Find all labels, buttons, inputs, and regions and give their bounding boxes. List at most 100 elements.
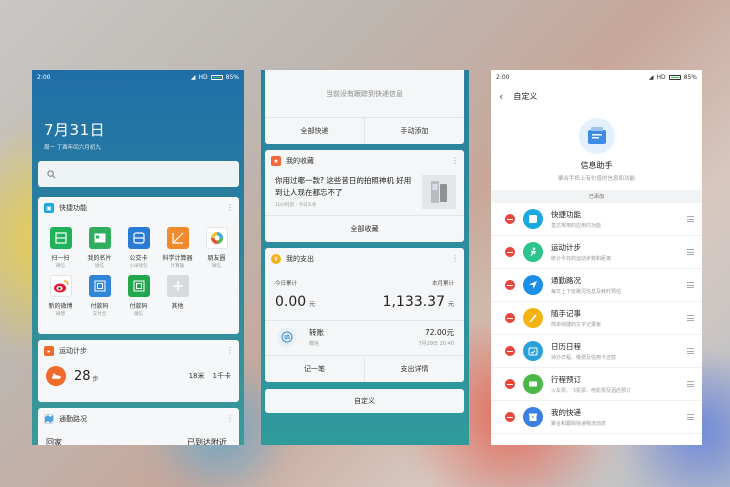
hd-label: HD	[198, 73, 208, 81]
battery-icon	[668, 74, 681, 80]
more-menu-icon[interactable]: ⋮	[226, 347, 234, 355]
tx-time: 7月29日 20:40	[418, 341, 454, 347]
pay-code-icon	[127, 275, 150, 297]
favorite-meta: 10小时前 · 今日头条	[275, 203, 317, 208]
quick-item[interactable]: 付款码 微信	[119, 275, 158, 317]
card-title: 运动计步	[59, 347, 87, 355]
status-time: 2:00	[496, 73, 510, 81]
card-title: 快捷功能	[59, 204, 87, 212]
drag-handle-icon[interactable]	[687, 282, 694, 288]
record-button[interactable]: 记一笔	[265, 356, 364, 382]
widget-list-item[interactable]: 运动计步 统计今日的运动步数和距离	[491, 236, 702, 269]
remove-icon[interactable]	[505, 280, 515, 290]
drag-handle-icon[interactable]	[687, 381, 694, 387]
quick-item[interactable]: 朋友圈 微信	[197, 227, 236, 269]
date-title: 7月31日	[44, 121, 106, 139]
ticket-icon	[523, 374, 543, 394]
today-value: 0.00	[275, 294, 307, 310]
manual-add-button[interactable]: 手动添加	[364, 118, 464, 144]
today-label: 今日累计	[275, 281, 298, 287]
quick-grid: 扫一扫 微信 我的名片 微信 公交卡 小米钱包 科学计算器 计算器 朋友圈 微信 新的微博 微博 付款码…	[38, 213, 239, 325]
spending-detail-button[interactable]: 支出详情	[364, 356, 464, 382]
remove-icon[interactable]	[505, 247, 515, 257]
remove-icon[interactable]	[505, 346, 515, 356]
battery-level: 85%	[225, 73, 239, 81]
quick-item[interactable]: 公交卡 小米钱包	[119, 227, 158, 269]
widget-description: 简单快捷的文字记录板	[551, 322, 602, 328]
all-favorites-button[interactable]: 全部收藏	[265, 216, 464, 242]
commute-from: 回家	[46, 438, 62, 445]
quick-item-label: 新的微博	[48, 303, 73, 310]
navigate-icon	[523, 275, 543, 295]
remove-icon[interactable]	[505, 379, 515, 389]
package-icon	[523, 407, 543, 427]
transaction-row[interactable]: 转账 微信 72.00元 7月29日 20:40	[265, 320, 464, 355]
drag-handle-icon[interactable]	[687, 414, 694, 420]
calculator-icon	[166, 227, 189, 249]
title-bar: ‹ 自定义	[491, 84, 702, 108]
search-bar[interactable]	[38, 161, 239, 187]
customize-button[interactable]: 自定义	[265, 389, 464, 413]
widget-list-item[interactable]: 快捷功能直达常用的应用内功能	[491, 203, 702, 236]
widget-title: 我的快递	[551, 408, 581, 417]
widget-list-item[interactable]: 我的快递聚合和跟踪快递物流动态	[491, 401, 702, 434]
run-icon	[523, 242, 543, 262]
widget-title: 快捷功能	[551, 210, 581, 219]
drag-handle-icon[interactable]	[687, 249, 694, 255]
back-arrow-icon[interactable]: ‹	[499, 90, 503, 103]
all-express-button[interactable]: 全部快递	[265, 118, 364, 144]
widget-list-item[interactable]: 日历日程 待办日程、缴费及信用卡还款	[491, 335, 702, 368]
favorite-article[interactable]: 你用过哪一款? 这些昔日的拍照神机 好用到让人现在都忘不了 10小时前 · 今日…	[265, 166, 464, 215]
quick-item[interactable]: 扫一扫 微信	[41, 227, 80, 269]
widget-description: 每日上下班路况信息及耗时预估	[551, 289, 622, 295]
card-title: 我的收藏	[286, 157, 314, 165]
more-menu-icon[interactable]: ⋮	[226, 204, 234, 212]
page-title: 自定义	[513, 91, 538, 101]
month-value: 1,133.37	[382, 294, 445, 310]
hd-label: HD	[656, 73, 666, 81]
more-menu-icon[interactable]: ⋮	[451, 255, 459, 263]
widget-title: 运动计步	[551, 243, 581, 252]
month-label: 本月累计	[431, 281, 454, 287]
quick-item-label: 其他	[171, 303, 184, 310]
hero-title: 信息助手	[580, 161, 613, 170]
quick-item-source: 微信	[95, 264, 104, 269]
quick-item[interactable]: 付款码 支付宝	[80, 275, 119, 317]
quick-item-source: 微信	[134, 312, 143, 317]
quick-item-label: 公交卡	[129, 255, 148, 262]
transfer-icon	[277, 327, 297, 347]
drag-handle-icon[interactable]	[687, 216, 694, 222]
star-icon: ★	[271, 156, 281, 166]
widget-list-item[interactable]: 通勤路况 每日上下班路况信息及耗时预估	[491, 269, 702, 302]
section-header: 已添加	[491, 190, 702, 203]
widget-list-item[interactable]: 行程预订 火车票、飞机票、电影票及酒店预订	[491, 368, 702, 401]
remove-icon[interactable]	[505, 412, 515, 422]
calendar-icon	[523, 341, 543, 361]
quick-item-source: 微信	[212, 264, 221, 269]
widget-description: 直达常用的应用内功能	[551, 223, 602, 229]
widget-list-item[interactable]: 随手记事 简单快捷的文字记录板	[491, 302, 702, 335]
more-menu-icon[interactable]: ⋮	[451, 157, 459, 165]
pay-code-icon	[88, 275, 111, 297]
remove-icon[interactable]	[505, 214, 515, 224]
map-icon	[44, 414, 54, 424]
status-time: 2:00	[37, 73, 51, 81]
quick-item-label: 付款码	[90, 303, 109, 310]
quick-item[interactable]: 我的名片 微信	[80, 227, 119, 269]
quick-item[interactable]: 科学计算器 计算器	[158, 227, 197, 269]
quick-item[interactable]: 其他	[158, 275, 197, 317]
widget-description: 聚合和跟踪快递物流动态	[551, 421, 607, 427]
no-tracking-text: 当前没有跟踪到快递信息	[326, 89, 403, 98]
quick-item-label: 科学计算器	[162, 255, 193, 262]
drag-handle-icon[interactable]	[687, 315, 694, 321]
remove-icon[interactable]	[505, 313, 515, 323]
commute-card: 通勤路况 ⋮ 回家 已到达附近	[38, 408, 239, 445]
quick-item-source: 计算器	[170, 264, 185, 269]
tx-amount: 72.00元	[425, 328, 454, 337]
widget-list: 快捷功能直达常用的应用内功能运动计步 统计今日的运动步数和距离 通勤路况 每日上下班路…	[491, 203, 702, 434]
drag-handle-icon[interactable]	[687, 348, 694, 354]
quick-item[interactable]: 新的微博 微博	[41, 275, 80, 317]
signal-icon: ◢	[190, 73, 196, 81]
more-menu-icon[interactable]: ⋮	[226, 415, 234, 423]
steps-distance: 18米	[188, 372, 205, 380]
